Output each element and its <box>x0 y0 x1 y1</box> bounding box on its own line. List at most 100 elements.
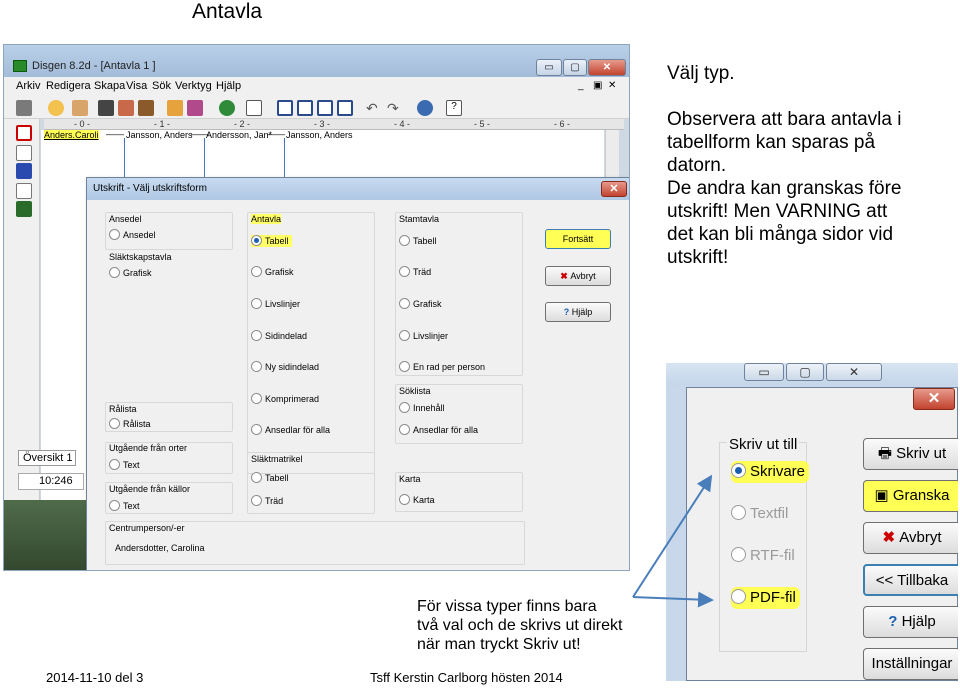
minimize-button[interactable]: ▭ <box>536 59 562 76</box>
option-label: Sidindelad <box>265 331 308 341</box>
delete-icon[interactable] <box>16 125 32 141</box>
group-icon[interactable] <box>16 201 32 217</box>
zoom-help-button[interactable]: ? Hjälp <box>863 606 958 638</box>
settings-button[interactable]: Inställningar <box>863 648 958 680</box>
home-icon[interactable] <box>167 100 183 116</box>
back-button[interactable]: << Tillbaka <box>863 564 958 596</box>
cancel-button[interactable]: ✖ Avbryt <box>545 266 611 286</box>
option-antavla-sidindelad[interactable]: Sidindelad <box>251 330 307 342</box>
option-ralista[interactable]: Rålista <box>109 418 151 430</box>
menu-redigera[interactable]: Redigera <box>46 80 91 92</box>
radio-icon <box>251 393 262 404</box>
layout-rows-icon[interactable] <box>317 100 333 116</box>
note-line: tabellform kan sparas på <box>667 132 876 153</box>
radio-icon <box>399 266 410 277</box>
search-person-icon[interactable] <box>72 100 88 116</box>
family-icon[interactable] <box>187 100 203 116</box>
option-skrivare[interactable]: Skrivare <box>731 461 810 483</box>
option-stamtavla-trad[interactable]: Träd <box>399 266 431 278</box>
option-label: Textfil <box>750 505 789 522</box>
radio-icon <box>109 500 120 511</box>
list-icon[interactable] <box>16 163 32 179</box>
mdi-close-icon[interactable]: ✕ <box>608 80 616 91</box>
menu-verktyg[interactable]: Verktyg <box>175 80 212 92</box>
help-button[interactable]: ? Hjälp <box>545 302 611 322</box>
option-antavla-komprimerad[interactable]: Komprimerad <box>251 393 319 405</box>
option-kallor-text[interactable]: Text <box>109 500 140 512</box>
dialog-close-button[interactable]: ✕ <box>601 181 627 197</box>
option-karta[interactable]: Karta <box>399 494 435 506</box>
print-button[interactable]: 🖶 Skriv ut <box>863 438 958 470</box>
binoculars-icon[interactable] <box>98 100 114 116</box>
layout-single-icon[interactable] <box>277 100 293 116</box>
maximize-button[interactable]: ▢ <box>563 59 587 76</box>
option-stamtavla-en-rad[interactable]: En rad per person <box>399 361 485 373</box>
close-button[interactable]: ✕ <box>588 59 626 76</box>
undo-icon[interactable]: ↶ <box>366 100 382 116</box>
edit-icon[interactable] <box>118 100 134 116</box>
option-orter-text[interactable]: Text <box>109 459 140 471</box>
cancel-x-icon: ✖ <box>560 271 571 281</box>
tree-icon[interactable] <box>219 100 235 116</box>
tab-oversikt[interactable]: Översikt 1 <box>18 450 76 466</box>
option-antavla-grafisk[interactable]: Grafisk <box>251 266 294 278</box>
person-jansson-anders[interactable]: Jansson, Anders <box>126 130 193 140</box>
zoom-cancel-button[interactable]: ✖ Avbryt <box>863 522 958 554</box>
zoom-dialog-close-button[interactable]: ✕ <box>913 388 955 410</box>
option-pdf-fil[interactable]: PDF-fil <box>731 587 800 609</box>
radio-icon <box>251 361 262 372</box>
option-slaktmatrikel-trad[interactable]: Träd <box>251 495 283 507</box>
mdi-restore-icon[interactable]: ▣ <box>593 80 602 91</box>
option-antavla-ansedlar[interactable]: Ansedlar för alla <box>251 424 330 436</box>
book-icon[interactable] <box>138 100 154 116</box>
person-jansson-anders-2[interactable]: Jansson, Anders <box>286 130 353 140</box>
zoom-minimize-button[interactable]: ▭ <box>744 363 784 381</box>
option-antavla-livslinjer[interactable]: Livslinjer <box>251 298 300 310</box>
option-stamtavla-livslinjer[interactable]: Livslinjer <box>399 330 448 342</box>
option-slaktskapstavla-grafisk[interactable]: Grafisk <box>109 267 152 279</box>
radio-icon <box>251 495 262 506</box>
menu-hjalp[interactable]: Hjälp <box>216 80 241 92</box>
help-icon[interactable]: ? <box>446 100 462 116</box>
chart-icon[interactable] <box>246 100 262 116</box>
document-icon[interactable] <box>16 183 32 199</box>
note-line <box>667 85 901 108</box>
option-rtf-fil: RTF-fil <box>731 545 795 567</box>
option-antavla-ny-sidindelad[interactable]: Ny sidindelad <box>251 361 319 373</box>
layout-cascade-icon[interactable] <box>337 100 353 116</box>
option-antavla-tabell[interactable]: Tabell <box>251 235 292 247</box>
mdi-minimize-icon[interactable]: _ <box>578 80 584 91</box>
group-antavla-label: Antavla <box>251 214 282 224</box>
print-dialog: Utskrift - Välj utskriftsform ✕ Ansedel … <box>86 177 629 570</box>
option-stamtavla-grafisk[interactable]: Grafisk <box>399 298 442 310</box>
note-line: datorn. <box>667 155 727 176</box>
menu-skapa[interactable]: Skapa <box>94 80 125 92</box>
person-andersson-jan[interactable]: Andersson, Jan* <box>206 130 272 140</box>
preview-button[interactable]: ▣ Granska <box>863 480 958 512</box>
menu-arkiv[interactable]: Arkiv <box>16 80 40 92</box>
zoom-window-close-button[interactable]: ✕ <box>826 363 882 381</box>
option-soklista-ansedlar[interactable]: Ansedlar för alla <box>399 424 478 436</box>
person-icon[interactable] <box>48 100 64 116</box>
option-slaktmatrikel-tabell[interactable]: Tabell <box>251 472 289 484</box>
document-edit-icon[interactable] <box>16 145 32 161</box>
layout-columns-icon[interactable] <box>297 100 313 116</box>
zoom-maximize-button[interactable]: ▢ <box>786 363 824 381</box>
tree-line <box>124 138 125 178</box>
option-label: Ansedel <box>123 230 156 240</box>
note-line: det kan bli många sidor vid <box>667 224 894 245</box>
continue-button[interactable]: Fortsätt <box>545 229 611 249</box>
option-label: Tabell <box>413 236 437 246</box>
person-anders-caroli[interactable]: Anders.Caroli <box>44 130 99 140</box>
redo-icon[interactable]: ↷ <box>387 100 403 116</box>
radio-icon <box>251 472 262 483</box>
ruler-mark: - 5 - <box>474 119 491 129</box>
option-ansedel[interactable]: Ansedel <box>109 229 156 241</box>
option-stamtavla-tabell[interactable]: Tabell <box>399 235 437 247</box>
menu-visa[interactable]: Visa <box>126 80 147 92</box>
menu-sok[interactable]: Sök <box>152 80 171 92</box>
option-soklista-innehall[interactable]: Innehåll <box>399 402 445 414</box>
print-icon[interactable] <box>16 100 32 116</box>
ruler: - 0 - - 1 - - 2 - - 3 - - 4 - - 5 - - 6 … <box>44 119 624 130</box>
globe-icon[interactable] <box>417 100 433 116</box>
